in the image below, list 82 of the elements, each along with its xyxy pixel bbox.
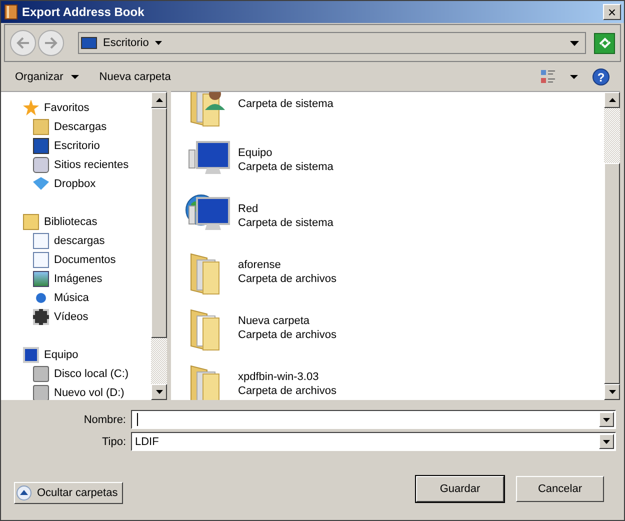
sidebar-group[interactable]: Favoritos [23, 98, 151, 117]
item-icon [33, 118, 49, 134]
file-name: aforense [238, 258, 282, 272]
sidebar-item[interactable]: Sitios recientes [23, 155, 151, 174]
caret-icon[interactable] [570, 75, 578, 79]
scrollbar[interactable] [151, 92, 167, 400]
back-arrow-icon [16, 37, 30, 49]
file-item[interactable]: aforense Carpeta de archivos [185, 244, 604, 300]
group-icon [23, 346, 39, 362]
field-label: Tipo: [100, 436, 126, 448]
item-icon [33, 232, 49, 248]
file-item[interactable]: Red Carpeta de sistema [185, 188, 604, 244]
book-icon [4, 4, 18, 20]
file-type: Carpeta de sistema [238, 160, 334, 174]
item-icon [33, 308, 49, 324]
scroll-up-button[interactable] [151, 92, 167, 108]
file-item[interactable]: xpdfbin-win-3.03 Carpeta de archivos [185, 356, 604, 400]
sidebar-group[interactable]: Equipo [23, 345, 151, 364]
file-item[interactable]: Carpeta de sistema [185, 92, 604, 132]
organize-menu[interactable]: Organizar [9, 69, 86, 85]
scroll-up-button[interactable] [604, 92, 620, 108]
item-icon [33, 384, 49, 400]
file-name: Equipo [238, 146, 274, 160]
down-caret-icon [608, 390, 616, 394]
file-name: Nueva carpeta [238, 314, 311, 328]
file-name: xpdfbin-win-3.03 [238, 370, 320, 384]
field-label: Nombre: [82, 414, 126, 426]
item-icon [33, 252, 49, 268]
forward-arrow-icon [44, 37, 58, 49]
scroll-down-button[interactable] [604, 384, 620, 400]
scroll-down-button[interactable] [151, 384, 167, 400]
up-caret-icon [608, 98, 616, 102]
new-folder-button[interactable]: Nueva carpeta [93, 69, 177, 85]
scroll-thumb[interactable] [151, 108, 167, 338]
item-icon [33, 366, 49, 382]
save-button[interactable]: Guardar [416, 476, 504, 502]
cancel-button[interactable]: Cancelar [516, 476, 604, 502]
down-caret-icon [156, 390, 162, 394]
sidebar-item[interactable]: Vídeos [23, 307, 151, 326]
caret-icon [603, 440, 610, 444]
item-icon [33, 270, 49, 286]
close-button[interactable]: × [603, 4, 621, 20]
sidebar-item[interactable]: descargas [23, 231, 151, 250]
view-options-icon[interactable] [540, 69, 556, 85]
refresh-button[interactable] [594, 32, 615, 54]
sidebar-item[interactable]: Imágenes [23, 269, 151, 288]
sidebar-item[interactable]: Disco local (C:) [23, 364, 151, 383]
file-type: Carpeta de sistema [238, 98, 334, 110]
file-type: Carpeta de sistema [238, 216, 334, 230]
collapse-up-icon [16, 485, 32, 501]
sidebar-item[interactable]: Escritorio [23, 136, 151, 155]
item-icon [36, 292, 46, 302]
hide-folders-button[interactable]: Ocultar carpetas [14, 482, 123, 504]
up-caret-icon [156, 98, 162, 102]
window-title: Export Address Book [22, 5, 146, 19]
sidebar-item[interactable]: Dropbox [23, 174, 151, 193]
filename-field[interactable] [131, 410, 616, 429]
sidebar-item[interactable]: Nuevo vol (D:) [23, 383, 151, 400]
caret-icon [603, 418, 610, 422]
address-bar[interactable]: Escritorio [78, 32, 586, 54]
file-item[interactable]: Nueva carpeta Carpeta de archivos [185, 300, 604, 356]
sidebar-group[interactable]: Bibliotecas [23, 212, 151, 231]
item-icon [33, 156, 49, 172]
file-item[interactable]: Equipo Carpeta de sistema [185, 132, 604, 188]
scroll-thumb[interactable] [604, 163, 620, 384]
file-type: Carpeta de archivos [238, 384, 336, 398]
file-type-dropdown[interactable]: LDIF [131, 432, 616, 451]
refresh-arrows-icon [598, 36, 612, 50]
file-name: Red [238, 202, 260, 216]
sidebar-item[interactable]: Música [23, 288, 151, 307]
caret-icon [154, 41, 162, 45]
desktop-icon [81, 36, 97, 50]
scrollbar[interactable] [604, 92, 620, 400]
caret-icon [71, 75, 80, 79]
help-icon[interactable]: ? [592, 68, 610, 86]
file-type: Carpeta de archivos [238, 328, 336, 342]
sidebar-item[interactable]: Descargas [23, 117, 151, 136]
file-type: Carpeta de archivos [238, 272, 336, 286]
sidebar-item[interactable]: Documentos [23, 250, 151, 269]
group-icon [23, 214, 39, 230]
item-icon [33, 138, 49, 154]
caret-icon [570, 40, 579, 46]
